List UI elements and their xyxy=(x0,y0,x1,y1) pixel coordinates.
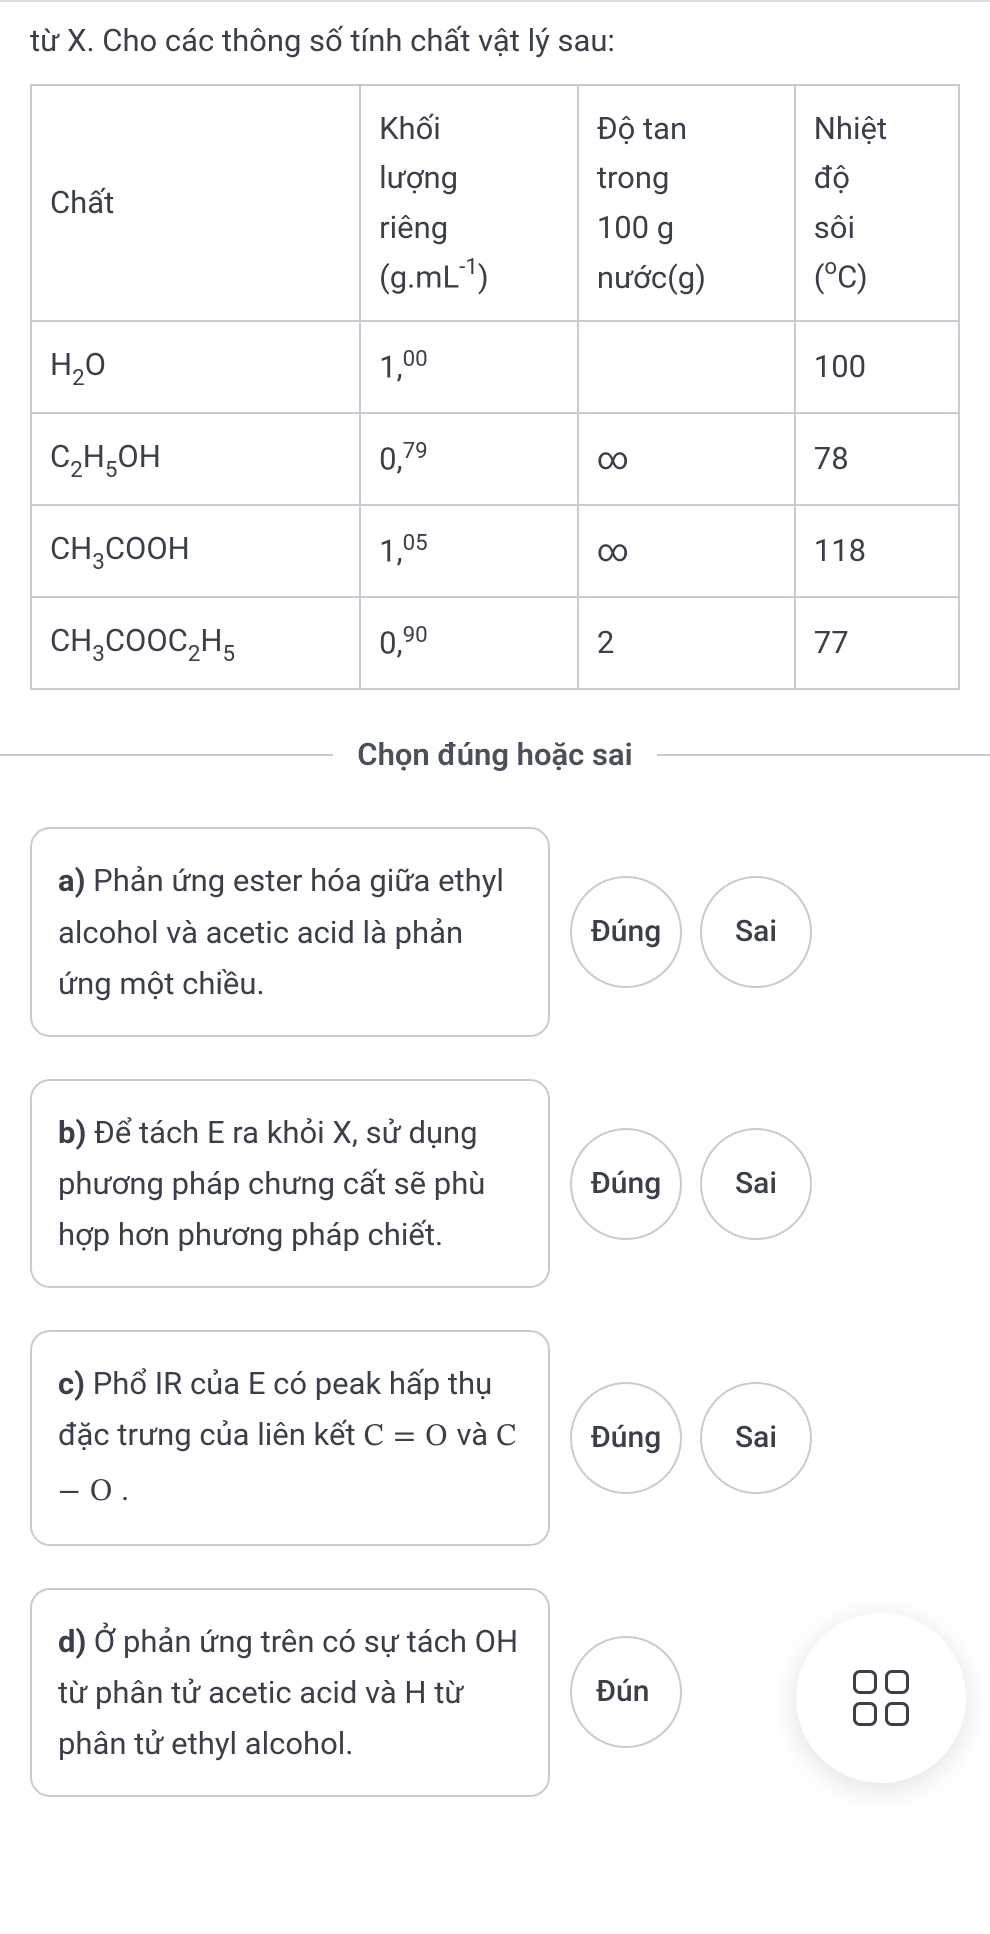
cell-substance: C2H5OH xyxy=(31,413,360,505)
false-button[interactable]: Sai xyxy=(700,876,812,988)
question-box-a: a) Phản ứng ester hóa giữa ethyl alcohol… xyxy=(30,827,550,1036)
header-solubility: Độ tan trong 100 g nước(g) xyxy=(578,85,795,322)
true-button[interactable]: Đúng xyxy=(570,876,682,988)
intro-text: từ X. Cho các thông số tính chất vật lý … xyxy=(0,2,990,76)
answer-buttons-d: Đún xyxy=(570,1636,682,1748)
grid-icon xyxy=(853,1670,909,1726)
cell-bp: 100 xyxy=(795,321,959,413)
floating-menu-button[interactable] xyxy=(796,1613,966,1783)
properties-table: Chất Khối lượng riêng (g.mL-1) Độ tan tr… xyxy=(30,84,960,690)
answer-buttons-c: Đúng Sai xyxy=(570,1382,812,1494)
header-substance: Chất xyxy=(31,85,360,322)
cell-density: 0,90 xyxy=(360,597,578,689)
question-row-b: b) Để tách E ra khỏi X, sử dụng phương p… xyxy=(30,1079,960,1288)
question-box-c: c) Phổ IR của E có peak hấp thụ đặc trưn… xyxy=(30,1330,550,1545)
cell-solubility: ∞ xyxy=(578,505,795,597)
cell-bp: 77 xyxy=(795,597,959,689)
cell-density: 1,00 xyxy=(360,321,578,413)
true-button[interactable]: Đúng xyxy=(570,1382,682,1494)
question-box-d: d) Ở phản ứng trên có sự tách OH từ phân… xyxy=(30,1588,550,1797)
math-c-o-double: C = O xyxy=(363,1422,449,1453)
true-button[interactable]: Đúng xyxy=(570,1128,682,1240)
cell-density: 0,79 xyxy=(360,413,578,505)
header-density: Khối lượng riêng (g.mL-1) xyxy=(360,85,578,322)
cell-substance: CH3COOC2H5 xyxy=(31,597,360,689)
question-row-c: c) Phổ IR của E có peak hấp thụ đặc trưn… xyxy=(30,1330,960,1545)
question-row-d: d) Ở phản ứng trên có sự tách OH từ phân… xyxy=(30,1588,960,1797)
cell-density: 1,05 xyxy=(360,505,578,597)
question-text: Ở phản ứng trên có sự tách OH từ phân tử… xyxy=(58,1623,518,1762)
divider-line-left xyxy=(0,754,333,756)
divider-line-right xyxy=(657,754,990,756)
cell-solubility: ∞ xyxy=(578,413,795,505)
question-row-a: a) Phản ứng ester hóa giữa ethyl alcohol… xyxy=(30,827,960,1036)
cell-solubility: 2 xyxy=(578,597,795,689)
table-row: H2O 1,00 100 xyxy=(31,321,959,413)
cell-substance: CH3COOH xyxy=(31,505,360,597)
cell-substance: H2O xyxy=(31,321,360,413)
table-row: CH3COOH 1,05 ∞ 118 xyxy=(31,505,959,597)
cell-solubility xyxy=(578,321,795,413)
question-text: Để tách E ra khỏi X, sử dụng phương pháp… xyxy=(58,1114,485,1253)
question-text-post: . xyxy=(113,1471,129,1508)
cell-bp: 118 xyxy=(795,505,959,597)
divider-label: Chọn đúng hoặc sai xyxy=(333,730,656,780)
question-label: c) xyxy=(58,1365,85,1402)
answer-buttons-b: Đúng Sai xyxy=(570,1128,812,1240)
table-row: CH3COOC2H5 0,90 2 77 xyxy=(31,597,959,689)
question-text-mid: và xyxy=(449,1416,496,1453)
true-button-partial[interactable]: Đún xyxy=(570,1636,682,1748)
cell-bp: 78 xyxy=(795,413,959,505)
answer-buttons-a: Đúng Sai xyxy=(570,876,812,988)
false-button[interactable]: Sai xyxy=(700,1382,812,1494)
table-row: C2H5OH 0,79 ∞ 78 xyxy=(31,413,959,505)
header-boiling-point: Nhiệt độ sôi (oC) xyxy=(795,85,959,322)
question-label: b) xyxy=(58,1114,86,1151)
question-text: Phản ứng ester hóa giữa ethyl alcohol và… xyxy=(58,862,504,1001)
table-header-row: Chất Khối lượng riêng (g.mL-1) Độ tan tr… xyxy=(31,85,959,322)
question-box-b: b) Để tách E ra khỏi X, sử dụng phương p… xyxy=(30,1079,550,1288)
question-label: a) xyxy=(58,862,85,899)
question-label: d) xyxy=(58,1623,86,1660)
false-button[interactable]: Sai xyxy=(700,1128,812,1240)
section-divider: Chọn đúng hoặc sai xyxy=(0,730,990,780)
